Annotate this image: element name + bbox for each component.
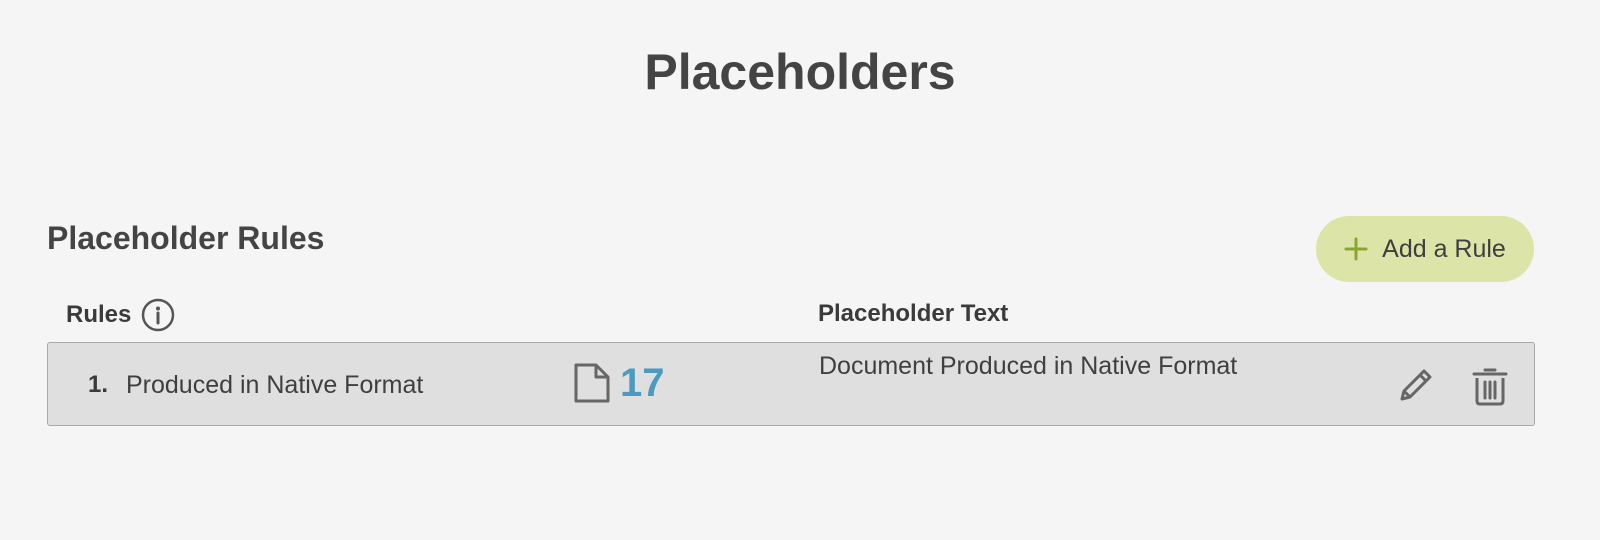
plus-icon [1344,237,1368,261]
placeholder-text-value: Document Produced in Native Format [819,352,1238,380]
placeholder-text-header-label: Placeholder Text [818,300,1009,327]
document-count[interactable]: 17 [572,359,665,407]
page-title: Placeholders [644,44,956,100]
info-icon[interactable] [141,298,175,332]
document-icon [572,361,612,405]
rule-number: 1. [88,371,109,398]
rules-header-label: Rules [66,301,132,328]
trash-icon [1468,368,1512,410]
add-rule-button[interactable]: Add a Rule [1316,216,1534,282]
edit-button[interactable] [1394,363,1438,407]
document-count-value: 17 [620,361,665,405]
rules-column-header: Rules [66,298,175,332]
table-row[interactable]: 1. Produced in Native Format 17 Document… [47,342,1535,426]
placeholder-text-column-header: Placeholder Text [818,298,1008,330]
delete-button[interactable] [1468,363,1512,407]
section-title: Placeholder Rules [47,220,325,256]
rule-name: Produced in Native Format [126,371,424,399]
pencil-icon [1394,369,1438,410]
add-rule-label: Add a Rule [1382,234,1506,263]
